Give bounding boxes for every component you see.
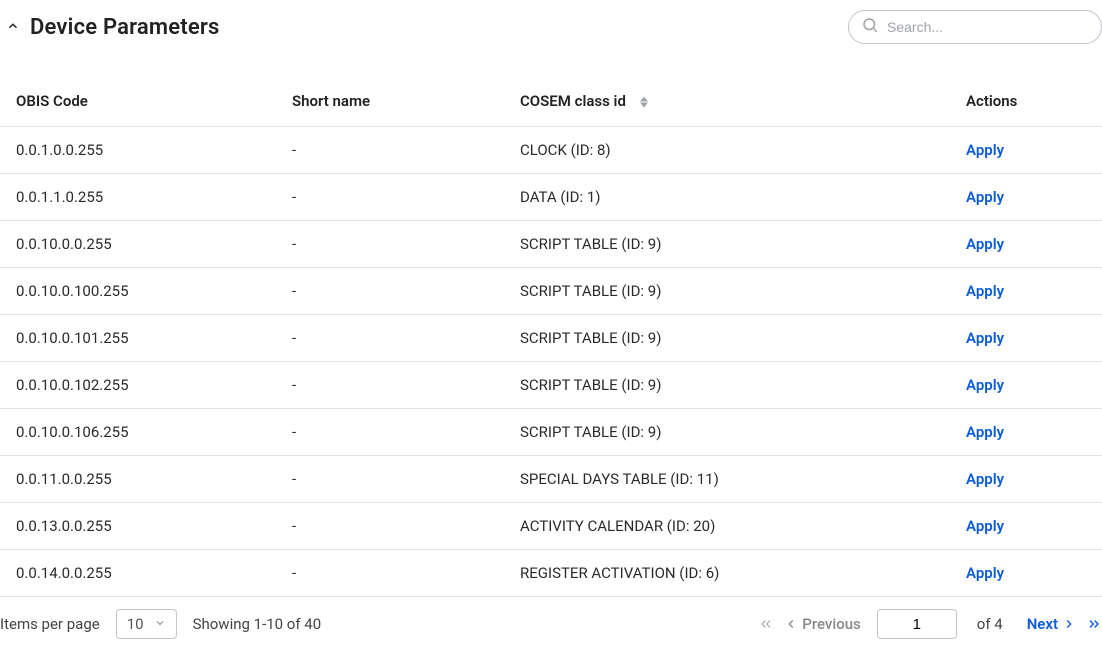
table-row: 0.0.1.1.0.255-DATA (ID: 1) Apply xyxy=(0,174,1102,221)
cell-cosem: SCRIPT TABLE (ID: 9) xyxy=(504,362,950,409)
chevron-left-icon xyxy=(784,617,798,631)
col-header-cosem[interactable]: COSEM class id xyxy=(504,76,950,127)
cell-obis: 0.0.10.0.101.255 xyxy=(0,315,276,362)
items-per-page-label: Items per page xyxy=(0,615,100,633)
page-size-select[interactable]: 10 xyxy=(116,609,177,639)
apply-button[interactable]: Apply xyxy=(966,564,1004,582)
cell-cosem: SCRIPT TABLE (ID: 9) xyxy=(504,221,950,268)
cell-cosem: SPECIAL DAYS TABLE (ID: 11) xyxy=(504,456,950,503)
cell-short-name: - xyxy=(276,174,504,221)
col-header-obis[interactable]: OBIS Code xyxy=(0,76,276,127)
cell-cosem: SCRIPT TABLE (ID: 9) xyxy=(504,409,950,456)
page-number-input[interactable] xyxy=(877,609,957,639)
cell-short-name: - xyxy=(276,362,504,409)
table-row: 0.0.10.0.101.255-SCRIPT TABLE (ID: 9) App… xyxy=(0,315,1102,362)
cell-short-name: - xyxy=(276,268,504,315)
cell-short-name: - xyxy=(276,550,504,597)
cell-cosem: DATA (ID: 1) xyxy=(504,174,950,221)
cell-cosem: SCRIPT TABLE (ID: 9) xyxy=(504,268,950,315)
table-row: 0.0.11.0.0.255-SPECIAL DAYS TABLE (ID: 1… xyxy=(0,456,1102,503)
apply-button[interactable]: Apply xyxy=(966,329,1004,347)
table-row: 0.0.14.0.0.255-REGISTER ACTIVATION (ID: … xyxy=(0,550,1102,597)
cell-short-name: - xyxy=(276,503,504,550)
cell-obis: 0.0.14.0.0.255 xyxy=(0,550,276,597)
table-row: 0.0.10.0.102.255-SCRIPT TABLE (ID: 9) App… xyxy=(0,362,1102,409)
table-row: 0.0.13.0.0.255-ACTIVITY CALENDAR (ID: 20… xyxy=(0,503,1102,550)
pagination-bar: Items per page 10 Showing 1-10 of 40 Pre… xyxy=(0,597,1102,651)
cell-cosem: ACTIVITY CALENDAR (ID: 20) xyxy=(504,503,950,550)
first-page-button[interactable] xyxy=(758,616,774,632)
next-label: Next xyxy=(1027,615,1058,633)
cell-short-name: - xyxy=(276,409,504,456)
total-pages-label: of 4 xyxy=(977,615,1003,633)
table-row: 0.0.10.0.100.255-SCRIPT TABLE (ID: 9) App… xyxy=(0,268,1102,315)
apply-button[interactable]: Apply xyxy=(966,423,1004,441)
search-box[interactable] xyxy=(848,10,1102,44)
chevron-right-icon xyxy=(1062,617,1076,631)
page-title: Device Parameters xyxy=(30,15,220,40)
parameters-table: OBIS Code Short name COSEM class id Acti… xyxy=(0,76,1102,597)
cell-obis: 0.0.10.0.102.255 xyxy=(0,362,276,409)
col-header-actions: Actions xyxy=(950,76,1102,127)
cell-obis: 0.0.10.0.106.255 xyxy=(0,409,276,456)
page-size-value: 10 xyxy=(127,615,144,633)
apply-button[interactable]: Apply xyxy=(966,517,1004,535)
chevron-down-icon xyxy=(154,615,166,633)
cell-obis: 0.0.13.0.0.255 xyxy=(0,503,276,550)
cell-short-name: - xyxy=(276,315,504,362)
cell-obis: 0.0.10.0.0.255 xyxy=(0,221,276,268)
apply-button[interactable]: Apply xyxy=(966,282,1004,300)
search-input[interactable] xyxy=(887,19,1089,35)
col-header-short-name[interactable]: Short name xyxy=(276,76,504,127)
cell-short-name: - xyxy=(276,456,504,503)
cell-cosem: CLOCK (ID: 8) xyxy=(504,127,950,174)
table-row: 0.0.1.0.0.255-CLOCK (ID: 8) Apply xyxy=(0,127,1102,174)
apply-button[interactable]: Apply xyxy=(966,376,1004,394)
apply-button[interactable]: Apply xyxy=(966,235,1004,253)
last-page-button[interactable] xyxy=(1086,616,1102,632)
cell-obis: 0.0.10.0.100.255 xyxy=(0,268,276,315)
table-row: 0.0.10.0.0.255-SCRIPT TABLE (ID: 9) Apply xyxy=(0,221,1102,268)
table-row: 0.0.10.0.106.255-SCRIPT TABLE (ID: 9) App… xyxy=(0,409,1102,456)
col-header-cosem-label: COSEM class id xyxy=(520,92,626,110)
cell-short-name: - xyxy=(276,221,504,268)
apply-button[interactable]: Apply xyxy=(966,188,1004,206)
next-button[interactable]: Next xyxy=(1027,615,1076,633)
apply-button[interactable]: Apply xyxy=(966,141,1004,159)
previous-label: Previous xyxy=(802,615,861,633)
search-icon xyxy=(861,16,879,38)
cell-obis: 0.0.1.0.0.255 xyxy=(0,127,276,174)
cell-obis: 0.0.11.0.0.255 xyxy=(0,456,276,503)
cell-short-name: - xyxy=(276,127,504,174)
cell-cosem: REGISTER ACTIVATION (ID: 6) xyxy=(504,550,950,597)
previous-button[interactable]: Previous xyxy=(784,615,861,633)
cell-obis: 0.0.1.1.0.255 xyxy=(0,174,276,221)
sort-icon xyxy=(640,96,648,108)
apply-button[interactable]: Apply xyxy=(966,470,1004,488)
chevron-up-icon xyxy=(6,19,20,36)
cell-cosem: SCRIPT TABLE (ID: 9) xyxy=(504,315,950,362)
showing-range: Showing 1-10 of 40 xyxy=(193,615,322,633)
collapse-toggle[interactable] xyxy=(4,18,22,36)
